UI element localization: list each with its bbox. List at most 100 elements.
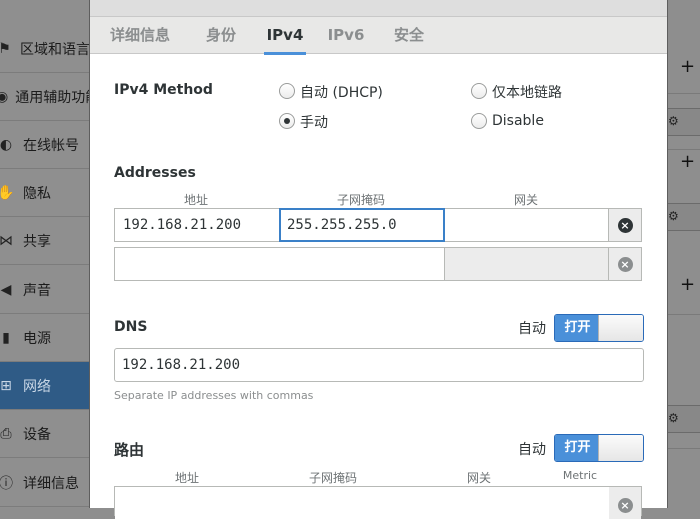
gear-icon: ⚙ [668,411,679,425]
radio-link-local-label[interactable]: 仅本地链路 [492,82,562,102]
sidebar-item-label: 共享 [23,233,51,250]
online-accounts-icon: ◐ [0,136,13,153]
radio-dhcp[interactable] [279,83,295,99]
sidebar-item-label: 通用辅助功能 [15,89,90,106]
tab-ipv4[interactable]: IPv4 [264,17,306,55]
gear-icon: ⚙ [668,114,679,128]
ipv4-method-label: IPv4 Method [114,82,213,98]
delete-icon: × [617,497,633,513]
dns-input[interactable] [115,349,643,381]
settings-button-partial[interactable]: ⚙ [663,203,700,231]
address-input[interactable] [115,248,279,280]
route-gateway-field[interactable] [405,487,551,519]
divider [668,448,700,449]
radio-disable[interactable] [471,113,487,129]
switch-knob[interactable] [598,315,643,341]
gateway-input[interactable] [445,248,608,280]
radio-manual-label[interactable]: 手动 [300,112,328,132]
add-icon[interactable]: + [680,151,695,172]
netmask-input[interactable] [279,248,444,280]
sidebar-item-online-accounts[interactable]: ◐ 在线帐号 [0,121,90,169]
add-icon[interactable]: + [680,274,695,295]
divider [668,314,700,315]
column-header-netmask: 子网掩码 [336,193,385,207]
delete-address-button[interactable]: × [609,209,641,241]
sidebar-item-details[interactable]: ⓘ 详细信息 [0,459,90,507]
sidebar-item-label: 详细信息 [23,475,79,492]
privacy-icon: ✋ [0,185,16,201]
network-icon: ⊞ [0,377,12,394]
route-metric-field[interactable] [550,487,610,519]
tab-identity[interactable]: 身份 [196,17,246,54]
radio-disable-label[interactable]: Disable [492,113,544,129]
printer-icon: ⎙ [0,425,12,442]
address-field[interactable] [115,248,280,280]
delete-icon: × [617,256,633,272]
delete-address-button[interactable]: × [609,248,641,280]
column-header-address: 地址 [183,193,208,207]
sidebar-item-devices[interactable]: ⎙ 设备 [0,410,90,458]
dns-title: DNS [114,319,148,335]
divider [668,149,700,150]
delete-route-button[interactable]: × [609,487,641,519]
accessibility-icon: ◉ [0,89,8,105]
routes-auto-switch[interactable]: 打开 [554,434,644,462]
gateway-field[interactable] [445,209,609,241]
settings-button-partial[interactable]: ⚙ [663,405,700,433]
radio-link-local[interactable] [471,83,487,99]
info-icon: ⓘ [0,475,13,492]
tab-bar: 详细信息 身份 IPv4 IPv6 安全 [90,16,667,55]
gateway-input[interactable] [445,209,608,241]
sidebar-item-power[interactable]: ▮ 电源 [0,314,90,362]
switch-on-label: 打开 [555,315,600,341]
column-header-address: 地址 [174,471,199,485]
sidebar-item-label: 区域和语言 [20,41,90,58]
sidebar-item-network[interactable]: ⊞ 网络 [0,362,90,410]
tab-ipv6[interactable]: IPv6 [326,17,366,54]
sidebar-item-sharing[interactable]: ⋈ 共享 [0,217,90,265]
netmask-field[interactable] [279,208,445,242]
share-icon: ⋈ [0,232,13,249]
sidebar-item-accessibility[interactable]: ◉ 通用辅助功能 [0,73,90,121]
address-input[interactable] [115,209,279,241]
flag-icon: ⚑ [0,41,13,57]
column-header-metric: Metric [562,469,598,482]
tab-security[interactable]: 安全 [388,17,430,54]
sidebar-item-privacy[interactable]: ✋ 隐私 [0,169,90,217]
dns-field[interactable] [114,348,644,382]
route-row: × [114,486,642,519]
sidebar-item-sound[interactable]: ◀ 声音 [0,266,90,314]
routes-auto-label: 自动 [518,442,546,458]
tab-details[interactable]: 详细信息 [104,17,176,54]
speaker-icon: ◀ [0,281,12,298]
radio-manual[interactable] [279,113,295,129]
gateway-field[interactable] [445,248,609,280]
sidebar-item-label: 设备 [23,426,51,443]
address-row: × [114,208,642,242]
battery-icon: ▮ [2,329,10,346]
netmask-input[interactable] [281,210,443,240]
sidebar-item-label: 网络 [23,378,51,395]
addresses-title: Addresses [114,165,196,181]
address-field[interactable] [115,209,280,241]
radio-dhcp-label[interactable]: 自动 (DHCP) [300,82,383,102]
dns-auto-label: 自动 [518,321,546,337]
route-address-field[interactable] [115,487,261,519]
switch-knob[interactable] [598,435,643,461]
column-header-gateway: 网关 [466,471,491,485]
routes-title: 路由 [114,441,145,459]
switch-on-label: 打开 [555,435,600,461]
column-header-gateway: 网关 [513,193,538,207]
add-icon[interactable]: + [680,56,695,77]
column-header-netmask: 子网掩码 [308,471,357,485]
address-row: × [114,247,642,281]
dns-auto-switch[interactable]: 打开 [554,314,644,342]
sidebar-item-region-language[interactable]: ⚑ 区域和语言 [0,25,90,73]
settings-button-partial[interactable]: ⚙ [663,108,700,136]
settings-sidebar: ⚑ 区域和语言 ◉ 通用辅助功能 ◐ 在线帐号 ✋ 隐私 ⋈ 共享 ◀ 声音 ▮… [0,0,90,508]
netmask-field[interactable] [279,248,445,280]
delete-icon: × [617,217,633,233]
sidebar-item-label: 电源 [23,330,51,347]
route-netmask-field[interactable] [260,487,406,519]
ipv4-settings-dialog: 详细信息 身份 IPv4 IPv6 安全 IPv4 Method 自动 (DHC… [89,0,668,519]
